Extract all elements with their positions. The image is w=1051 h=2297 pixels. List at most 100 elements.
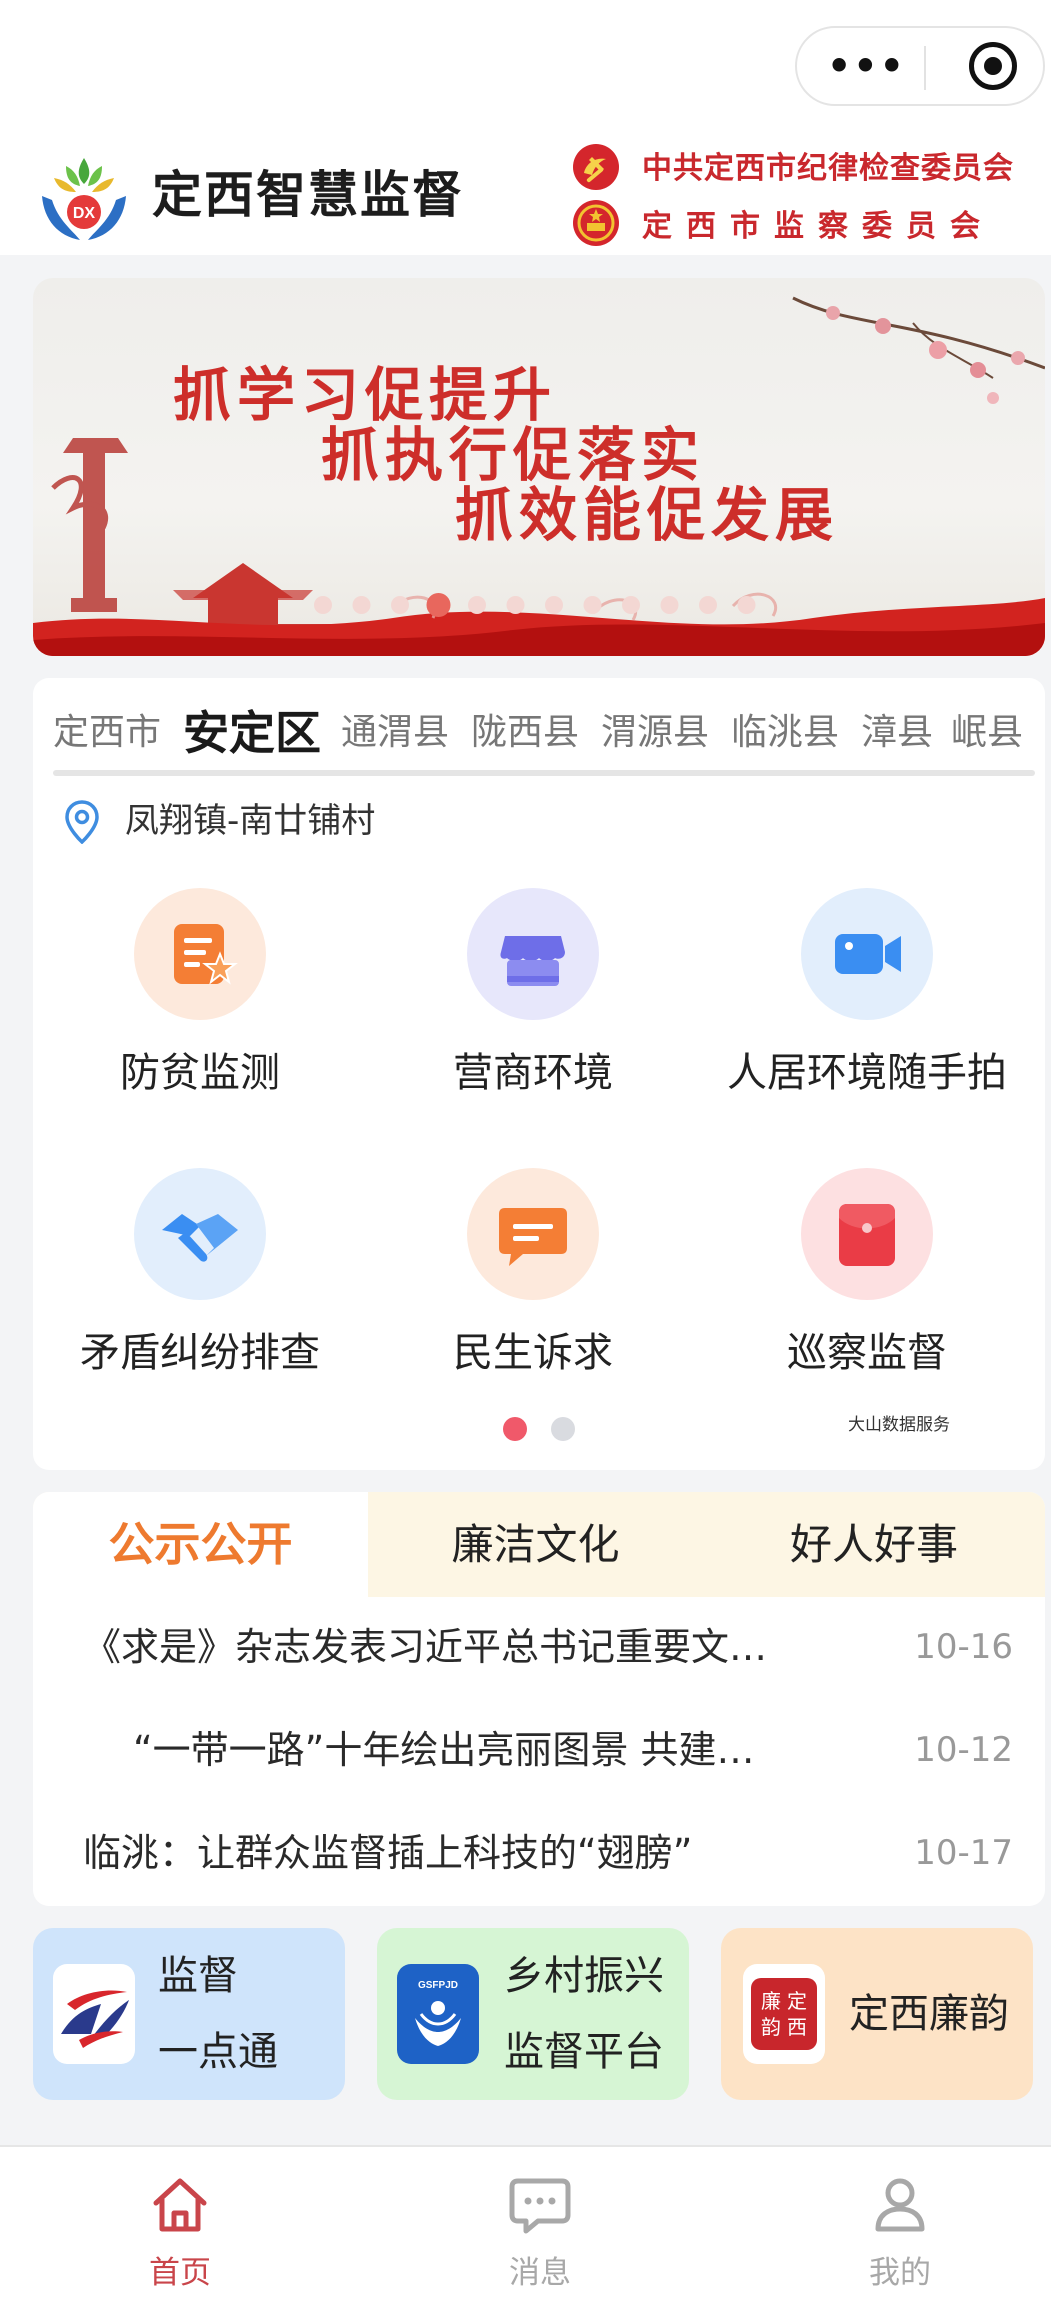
banner-carousel[interactable]: 抓学习促提升 抓执行促落实 抓效能促发展 [33,278,1045,656]
banner-dot[interactable] [314,596,332,614]
region-tab-tongwei[interactable]: 通渭县 [341,698,449,768]
supervision-logo-icon [53,1964,135,2064]
news-date: 10-12 [914,1730,1013,1770]
region-tab-lintao[interactable]: 临洮县 [731,698,839,768]
region-tabs[interactable]: 定西市 安定区 通渭县 陇西县 渭源县 临洮县 漳县 岷县 [33,698,1045,768]
news-item[interactable]: “一带一路”十年绘出亮丽图景 共建… 10-12 [83,1705,1013,1795]
news-title[interactable]: 《求是》杂志发表习近平总书记重要文… [83,1602,883,1692]
bottom-navigation: 首页 消息 我的 [0,2145,1051,2297]
service-renju[interactable] [801,888,933,1020]
nav-profile[interactable]: 我的 [800,2167,1000,2291]
location-label[interactable]: 凤翔镇-南廿铺村 [125,796,375,846]
service-label: 矛盾纠纷排查 [80,1330,320,1376]
document-star-icon [174,924,238,985]
red-envelope-icon [839,1204,895,1266]
services-page-dot[interactable] [551,1417,575,1441]
region-tab-longxi[interactable]: 陇西县 [471,698,579,768]
news-tabs: 公示公开 廉洁文化 好人好事 [33,1492,1045,1597]
banner-dot[interactable] [391,596,409,614]
news-title[interactable]: “一带一路”十年绘出亮丽图景 共建… [133,1705,883,1795]
quicklink-label: 监督平台 [504,2029,664,2075]
user-icon [875,2178,925,2232]
svg-text:西: 西 [787,2015,807,2039]
nav-profile-label: 我的 [869,2255,931,2291]
rural-platform-logo-icon: GSFPJD [397,1964,479,2064]
banner-dot[interactable] [583,596,602,614]
news-title[interactable]: 临洮：让群众监督插上科技的“翅膀” [83,1808,883,1898]
region-tabs-underline [53,770,1035,776]
region-tab-min[interactable]: 岷县 [951,698,1023,768]
mini-program-capsule: ••• [795,26,1045,106]
news-item[interactable]: 临洮：让群众监督插上科技的“翅膀” 10-17 [83,1808,1013,1898]
service-label: 防贫监测 [120,1050,280,1096]
banner-dot[interactable] [699,596,717,614]
video-camera-icon [835,934,901,974]
svg-text:廉: 廉 [761,1989,781,2013]
quicklink-label: 一点通 [158,2029,278,2075]
svg-text:定: 定 [787,1989,807,2013]
banner-dot-active[interactable] [426,593,451,617]
banner-dot[interactable] [622,596,640,614]
handshake-icon [162,1214,238,1262]
chat-icon [509,2178,571,2234]
svg-text:DX: DX [73,205,96,222]
home-icon [153,2178,207,2232]
region-tab-zhang[interactable]: 漳县 [861,698,933,768]
svg-text:韵: 韵 [761,2015,781,2039]
service-fangpin[interactable] [134,888,266,1020]
news-card: 公示公开 廉洁文化 好人好事 《求是》杂志发表习近平总书记重要文… 10-16 … [33,1492,1045,1906]
huabiao-column-decoration [51,438,128,612]
national-emblem-icon [573,200,619,246]
nav-home[interactable]: 首页 [80,2167,280,2291]
region-tab-anding[interactable]: 安定区 [183,698,321,768]
supervision-commission-name: 定西市监察委员会 [642,209,994,244]
quicklink-dingxi-lianyun[interactable]: 定 西 廉 韵 定西廉韵 [721,1928,1033,2100]
banner-dot[interactable] [660,596,679,614]
watermark-text: 大山数据服务 [848,1415,950,1435]
service-minsheng[interactable] [467,1168,599,1300]
quicklink-label: 乡村振兴 [504,1953,664,1999]
service-label: 巡察监督 [787,1330,947,1376]
quicklink-rural-revitalization[interactable]: GSFPJD 乡村振兴 监督平台 [377,1928,689,2100]
nav-home-label: 首页 [149,2255,211,2291]
region-services-card: 定西市 安定区 通渭县 陇西县 渭源县 临洮县 漳县 岷县 凤翔镇-南廿铺村 防… [33,678,1045,1470]
shop-icon [500,936,565,986]
banner-dot[interactable] [468,596,486,614]
tab-announcements[interactable]: 公示公开 [33,1492,368,1597]
close-target-icon[interactable] [969,42,1017,90]
nav-messages[interactable]: 消息 [440,2167,640,2291]
service-maodun[interactable] [134,1168,266,1300]
service-xuncha[interactable] [801,1168,933,1300]
service-label: 营商环境 [453,1050,613,1096]
app-title: 定西智慧监督 [152,166,464,224]
app-logo-icon: DX [42,158,126,240]
more-icon[interactable]: ••• [827,46,906,86]
service-label: 人居环境随手拍 [727,1050,1007,1096]
quicklink-label: 定西廉韵 [849,1991,1009,2037]
quicklink-supervision[interactable]: 监督 一点通 [33,1928,345,2100]
banner-line-3: 抓效能促发展 [455,481,840,549]
news-date: 10-16 [914,1627,1013,1667]
quicklink-label: 监督 [158,1953,238,1999]
discipline-commission-name: 中共定西市纪律检查委员会 [642,151,1014,186]
service-yingshang[interactable] [467,888,599,1020]
news-date: 10-17 [914,1833,1013,1873]
message-icon [499,1208,567,1266]
news-item[interactable]: 《求是》杂志发表习近平总书记重要文… 10-16 [83,1602,1013,1692]
capsule-divider [924,46,926,90]
region-tab-weiyuan[interactable]: 渭源县 [601,698,709,768]
party-emblem-icon [573,144,619,190]
plum-blossom-decoration [792,296,1045,404]
nav-messages-label: 消息 [509,2255,571,2291]
banner-dot[interactable] [506,596,525,614]
tab-good-deeds[interactable]: 好人好事 [703,1492,1045,1597]
banner-dot[interactable] [352,596,371,614]
lianyun-seal-icon: 定 西 廉 韵 [743,1964,825,2064]
tab-integrity-culture[interactable]: 廉洁文化 [368,1492,703,1597]
svg-text:GSFPJD: GSFPJD [418,1980,458,1991]
services-page-dot-active[interactable] [503,1417,527,1441]
location-pin-icon [65,800,99,844]
banner-dot[interactable] [737,596,756,614]
banner-dot[interactable] [545,596,563,614]
region-tab-dingxi[interactable]: 定西市 [53,698,161,768]
